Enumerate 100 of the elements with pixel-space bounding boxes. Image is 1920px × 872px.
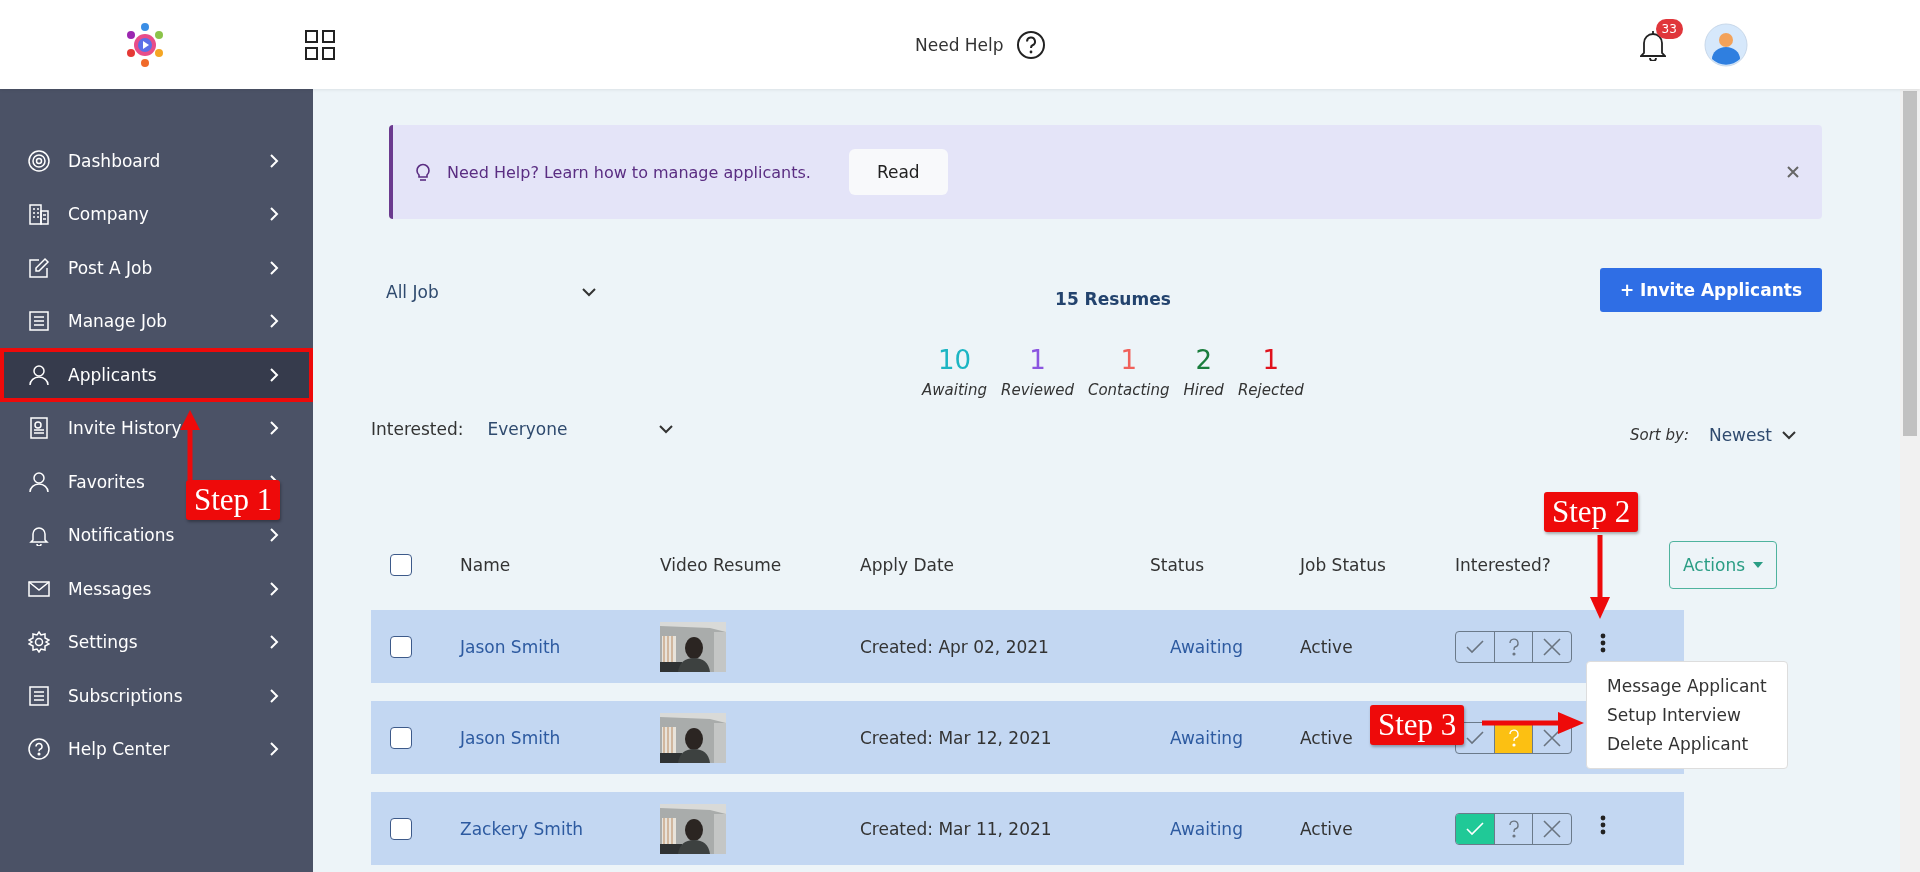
sidebar-link[interactable]: Messages	[68, 578, 152, 599]
stat-label: Contacting	[1087, 381, 1170, 399]
chevron-right-icon	[269, 366, 279, 383]
sort-label: Sort by:	[1629, 426, 1689, 444]
invite-applicants-button[interactable]: + Invite Applicants	[1599, 268, 1822, 312]
menu-item[interactable]: Setup Interview	[1607, 705, 1767, 725]
column-header: Interested?	[1455, 555, 1551, 575]
resume-count: 15 Resumes	[1055, 289, 1171, 309]
job-status-text: Active	[1300, 636, 1353, 657]
apply-date: Created: Mar 12, 2021	[860, 727, 1052, 748]
applicant-name-link[interactable]: Zackery Smith	[460, 818, 584, 839]
stat-count: 1	[1262, 345, 1280, 375]
step-callout-tooltip: Step 1	[186, 480, 281, 520]
question-mark-icon	[1507, 728, 1520, 747]
need-help-label[interactable]: Need Help	[915, 34, 1004, 55]
apply-date: Created: Mar 11, 2021	[860, 818, 1052, 839]
cross-icon	[1543, 728, 1562, 747]
job-status-text: Active	[1300, 818, 1353, 839]
apply-date: Created: Apr 02, 2021	[860, 636, 1049, 657]
chevron-right-icon	[269, 741, 279, 758]
person-icon	[28, 470, 50, 493]
scrollbar-thumb[interactable]	[1903, 91, 1917, 436]
column-header: Job Status	[1300, 555, 1386, 575]
bell-icon	[28, 524, 50, 547]
check-icon	[1465, 821, 1484, 836]
stat-count: 1	[1029, 345, 1046, 375]
list-icon	[28, 310, 50, 333]
chevron-right-icon	[269, 152, 279, 169]
column-header: Apply Date	[860, 555, 955, 575]
help-icon[interactable]	[1015, 29, 1046, 60]
caret-icon	[1753, 562, 1764, 568]
sidebar-link[interactable]: Dashboard	[68, 150, 161, 171]
column-header: Name	[460, 555, 511, 575]
help-icon	[28, 738, 50, 761]
notification-count-badge: 33	[1655, 18, 1683, 39]
stat-label: Hired	[1183, 381, 1224, 399]
chevron-right-icon	[269, 527, 279, 544]
sidebar-link[interactable]: Subscriptions	[68, 685, 183, 706]
interested-dropdown[interactable]: Everyone	[487, 419, 673, 439]
menu-item[interactable]: Delete Applicant	[1607, 734, 1767, 754]
chevron-right-icon	[269, 313, 279, 330]
chevron-right-icon	[269, 420, 279, 437]
cross-icon	[1543, 637, 1562, 656]
more-options-icon[interactable]	[1600, 814, 1606, 835]
app-grid-icon[interactable]	[305, 29, 335, 60]
column-header: Status	[1150, 555, 1205, 575]
target-icon	[28, 149, 50, 172]
sidebar-link[interactable]: Post A Job	[68, 257, 153, 278]
building-icon	[28, 203, 50, 226]
question-mark-icon	[1507, 637, 1520, 656]
settings-icon	[28, 631, 50, 654]
banner-message: Need Help? Learn how to manage applicants.	[447, 162, 811, 182]
row-checkbox[interactable]	[389, 635, 412, 658]
sidebar-link[interactable]: Help Center	[68, 739, 170, 760]
chevron-right-icon	[269, 580, 279, 597]
sort-dropdown[interactable]: Newest	[1708, 425, 1796, 445]
interested-label: Interested:	[371, 419, 464, 439]
sidebar-link[interactable]: Settings	[68, 632, 138, 653]
sidebar-link[interactable]: Notifications	[68, 525, 175, 546]
sidebar-link[interactable]: Favorites	[68, 471, 145, 492]
more-options-icon[interactable]	[1600, 632, 1606, 653]
applicant-name-link[interactable]: Jason Smith	[460, 636, 561, 657]
row-checkbox[interactable]	[389, 726, 412, 749]
job-status-text: Active	[1300, 727, 1353, 748]
step-callout-tooltip: Step 3	[1370, 705, 1465, 745]
status-text: Awaiting	[1170, 818, 1243, 839]
chevron-right-icon	[269, 687, 279, 704]
row-checkbox[interactable]	[389, 817, 412, 840]
stat-count: 10	[937, 345, 972, 375]
stat-label: Reviewed	[1001, 381, 1074, 399]
question-mark-icon	[1507, 819, 1520, 838]
sidebar-item[interactable]: Applicants	[0, 348, 313, 402]
sidebar-link[interactable]: Company	[68, 204, 149, 225]
chevron-down-icon	[582, 287, 596, 297]
chevron-right-icon	[269, 259, 279, 276]
stat-label: Awaiting	[922, 381, 987, 399]
chevron-right-icon	[269, 634, 279, 651]
sidebar-link[interactable]: Invite History	[68, 418, 182, 439]
chevron-right-icon	[269, 206, 279, 223]
stat-count: 2	[1195, 345, 1212, 375]
menu-item[interactable]: Message Applicant	[1607, 676, 1767, 696]
check-icon	[1465, 639, 1484, 654]
edit-icon	[28, 256, 50, 279]
avatar-icon[interactable]	[1703, 22, 1748, 67]
read-button[interactable]: Read	[848, 149, 948, 195]
sidebar-link[interactable]: Manage Job	[68, 311, 168, 332]
job-filter-dropdown[interactable]: All Job	[386, 282, 596, 302]
yes-button[interactable]	[1456, 813, 1495, 844]
id-card-icon	[28, 417, 50, 440]
scrollbar[interactable]	[1900, 89, 1920, 872]
applicant-name-link[interactable]: Jason Smith	[460, 727, 561, 748]
cross-icon	[1543, 819, 1562, 838]
step-callout-tooltip: Step 2	[1544, 492, 1639, 532]
column-header: Video Resume	[660, 555, 782, 575]
check-icon	[1465, 730, 1484, 745]
close-icon[interactable]	[1786, 165, 1800, 179]
person-icon	[28, 363, 50, 386]
chevron-down-icon	[658, 424, 673, 434]
status-text: Awaiting	[1170, 636, 1243, 657]
select-all-checkbox[interactable]	[389, 554, 412, 576]
